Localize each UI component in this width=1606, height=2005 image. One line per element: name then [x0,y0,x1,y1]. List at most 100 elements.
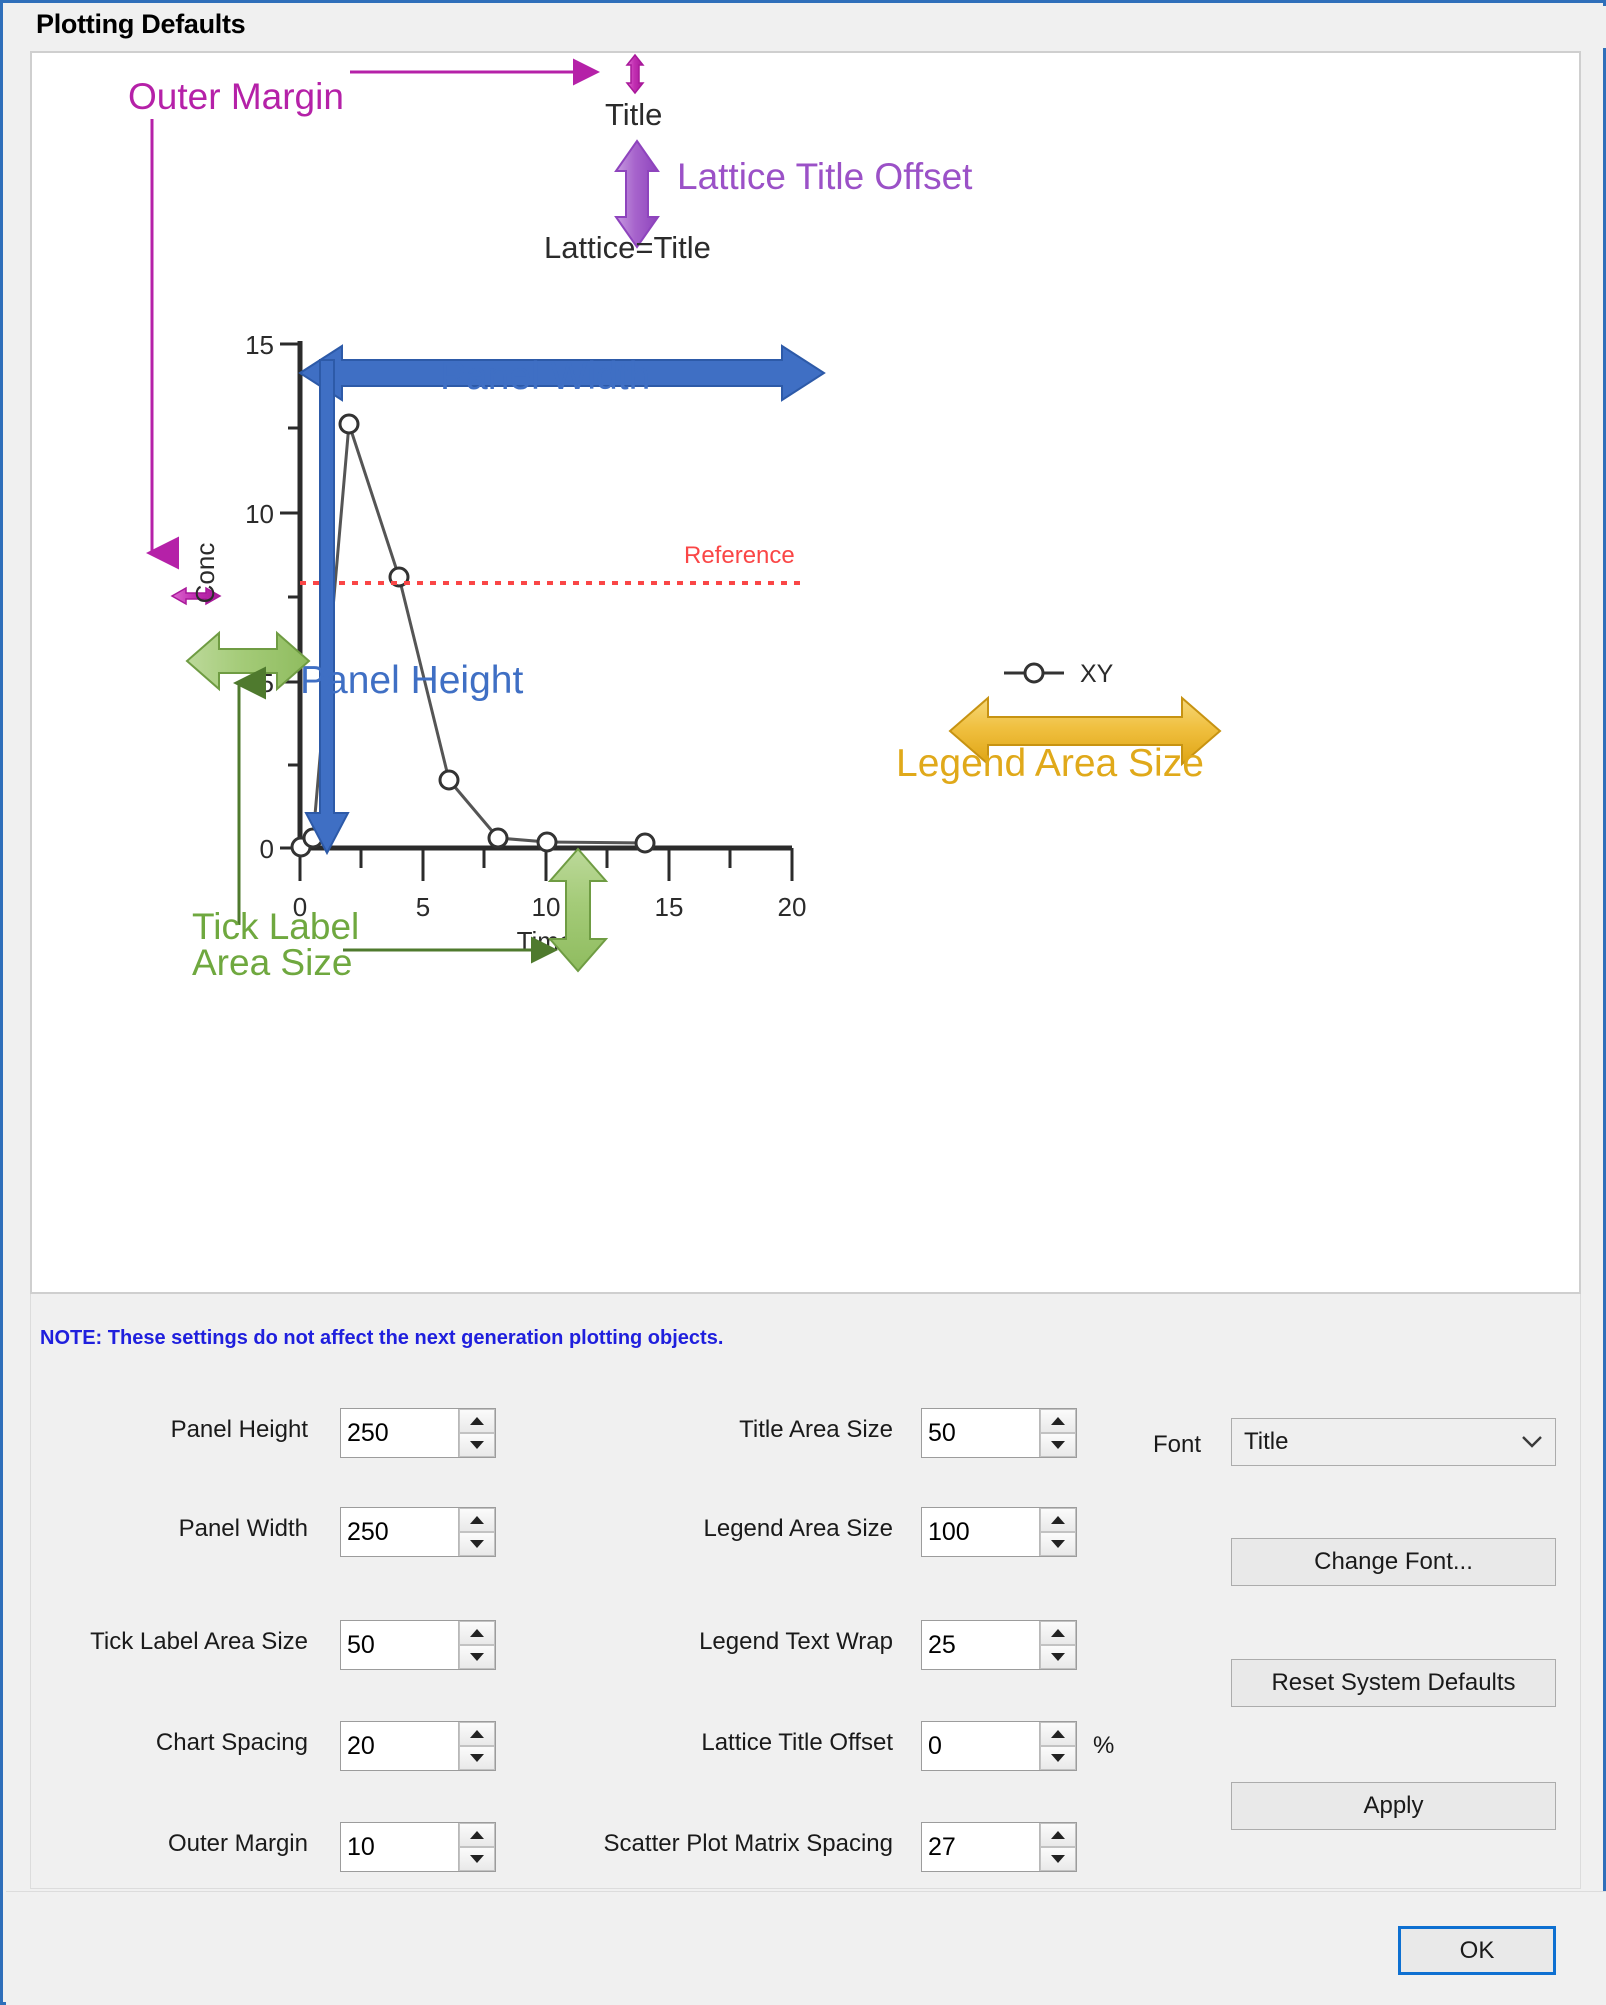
spinner-down-button[interactable] [1040,1532,1076,1556]
field-legend-area-size: Legend Area Size [393,1507,893,1559]
illustration-panel: Outer Margin Title Lattice Title Offset … [30,51,1581,1294]
field-label-lattice-title-offset: Lattice Title Offset [701,1729,893,1756]
spinner-value-legend-area-size[interactable]: 100 [922,1508,1039,1556]
svg-text:Reference: Reference [684,542,795,569]
spinner-value-lattice-title-offset[interactable]: 0 [922,1722,1039,1770]
field-title-area-size: Title Area Size [393,1408,893,1460]
triangle-up-icon [1051,1629,1065,1637]
triangle-up-icon [1051,1417,1065,1425]
spinner-value-scatter-plot-matrix-spacing[interactable]: 27 [922,1823,1039,1871]
spinner-down-button[interactable] [1040,1433,1076,1457]
font-select-value: Title [1244,1428,1289,1455]
triangle-down-icon [1051,1754,1065,1762]
y-axis-label: Conc [190,543,220,604]
triangle-down-icon [1051,1855,1065,1863]
field-label-outer-margin: Outer Margin [167,1830,308,1857]
svg-text:5: 5 [416,892,430,922]
spinner-value-legend-text-wrap[interactable]: 25 [922,1621,1039,1669]
chevron-down-icon [1509,1435,1555,1449]
field-label-scatter-plot-matrix-spacing: Scatter Plot Matrix Spacing [603,1830,893,1857]
change-font-button-label: Change Font... [1314,1548,1473,1575]
spinner-up-button[interactable] [1040,1508,1076,1532]
change-font-button[interactable]: Change Font... [1231,1538,1556,1586]
percent-sign-label: % [1093,1732,1115,1759]
triangle-down-icon [1051,1441,1065,1449]
spinner-buttons[interactable] [1039,1409,1076,1457]
spinner-up-button[interactable] [1040,1409,1076,1433]
field-label-tick-label-area-size: Tick Label Area Size [90,1628,308,1655]
dialog-footer [6,1891,1606,2005]
spinner-down-button[interactable] [1040,1645,1076,1669]
spinner-value-title-area-size[interactable]: 50 [922,1409,1039,1457]
spinner-up-button[interactable] [1040,1722,1076,1746]
svg-text:Legend Area Size: Legend Area Size [896,742,1204,785]
svg-text:Tick Label: Tick Label [192,906,359,947]
spinner-buttons[interactable] [1039,1621,1076,1669]
spinner-down-button[interactable] [1040,1746,1076,1770]
field-label-title-area-size: Title Area Size [739,1416,893,1443]
spinner-legend-text-wrap[interactable]: 25 [921,1620,1077,1670]
plot-layout-diagram: Outer Margin Title Lattice Title Offset … [128,53,1222,983]
spinner-up-button[interactable] [1040,1621,1076,1645]
svg-text:Panel Width: Panel Width [440,355,650,398]
annotation-legend-area-size: XY Legend Area Size [896,660,1222,785]
field-tick-label-area-size: Tick Label Area Size [3,1620,308,1672]
svg-text:Title: Title [605,97,662,132]
svg-text:Outer Margin: Outer Margin [128,76,344,117]
triangle-up-icon [1051,1831,1065,1839]
svg-text:Lattice=Title: Lattice=Title [544,230,711,265]
ok-button-label: OK [1459,1936,1495,1964]
font-label: Font [1153,1431,1202,1458]
apply-button[interactable]: Apply [1231,1782,1556,1830]
plotting-defaults-dialog: Plotting Defaults Outer Margin Title Lat… [0,0,1606,2005]
annotation-panel-width: Panel Width [298,344,826,402]
font-select[interactable]: Title [1231,1418,1556,1466]
spinner-scatter-plot-matrix-spacing[interactable]: 27 [921,1822,1077,1872]
spinner-up-button[interactable] [1040,1823,1076,1847]
settings-note: NOTE: These settings do not affect the n… [40,1327,724,1349]
svg-text:15: 15 [655,892,684,922]
triangle-down-icon [1051,1653,1065,1661]
apply-button-label: Apply [1363,1792,1424,1819]
dialog-title: Plotting Defaults [36,9,246,39]
svg-text:Area Size: Area Size [192,942,352,983]
field-label-panel-height: Panel Height [170,1416,308,1443]
field-panel-height: Panel Height [3,1408,308,1460]
reference-line: Reference [300,542,802,585]
ok-button[interactable]: OK [1398,1926,1556,1975]
svg-text:Lattice Title Offset: Lattice Title Offset [677,156,973,197]
annotation-panel-height: Panel Height [300,359,523,856]
field-scatter-plot-matrix-spacing: Scatter Plot Matrix Spacing [393,1822,893,1874]
spinner-lattice-title-offset[interactable]: 0 [921,1721,1077,1771]
annotation-title: Title [605,53,662,132]
triangle-up-icon [1051,1516,1065,1524]
field-label-legend-text-wrap: Legend Text Wrap [699,1628,893,1655]
field-label-chart-spacing: Chart Spacing [155,1729,308,1756]
svg-text:20: 20 [778,892,807,922]
field-lattice-title-offset: Lattice Title Offset [393,1721,893,1773]
spinner-buttons[interactable] [1039,1508,1076,1556]
reset-system-defaults-button-label: Reset System Defaults [1271,1669,1516,1696]
triangle-up-icon [1051,1730,1065,1738]
field-outer-margin: Outer Margin [3,1822,308,1874]
field-label-panel-width: Panel Width [178,1515,308,1542]
svg-text:0: 0 [260,834,274,864]
triangle-down-icon [1051,1540,1065,1548]
field-label-legend-area-size: Legend Area Size [703,1515,893,1542]
reset-system-defaults-button[interactable]: Reset System Defaults [1231,1659,1556,1707]
svg-text:15: 15 [245,330,274,360]
svg-text:10: 10 [245,499,274,529]
spinner-down-button[interactable] [1040,1847,1076,1871]
field-legend-text-wrap: Legend Text Wrap [393,1620,893,1672]
spinner-legend-area-size[interactable]: 100 [921,1507,1077,1557]
dialog-titlebar: Plotting Defaults [6,6,1606,48]
spinner-buttons[interactable] [1039,1722,1076,1770]
svg-text:10: 10 [532,892,561,922]
annotation-outer-margin: Outer Margin [128,58,600,606]
field-chart-spacing: Chart Spacing [3,1721,308,1773]
field-panel-width: Panel Width [3,1507,308,1559]
spinner-buttons[interactable] [1039,1823,1076,1871]
chart-series-xy [290,413,656,858]
svg-text:Panel Height: Panel Height [300,659,523,702]
spinner-title-area-size[interactable]: 50 [921,1408,1077,1458]
